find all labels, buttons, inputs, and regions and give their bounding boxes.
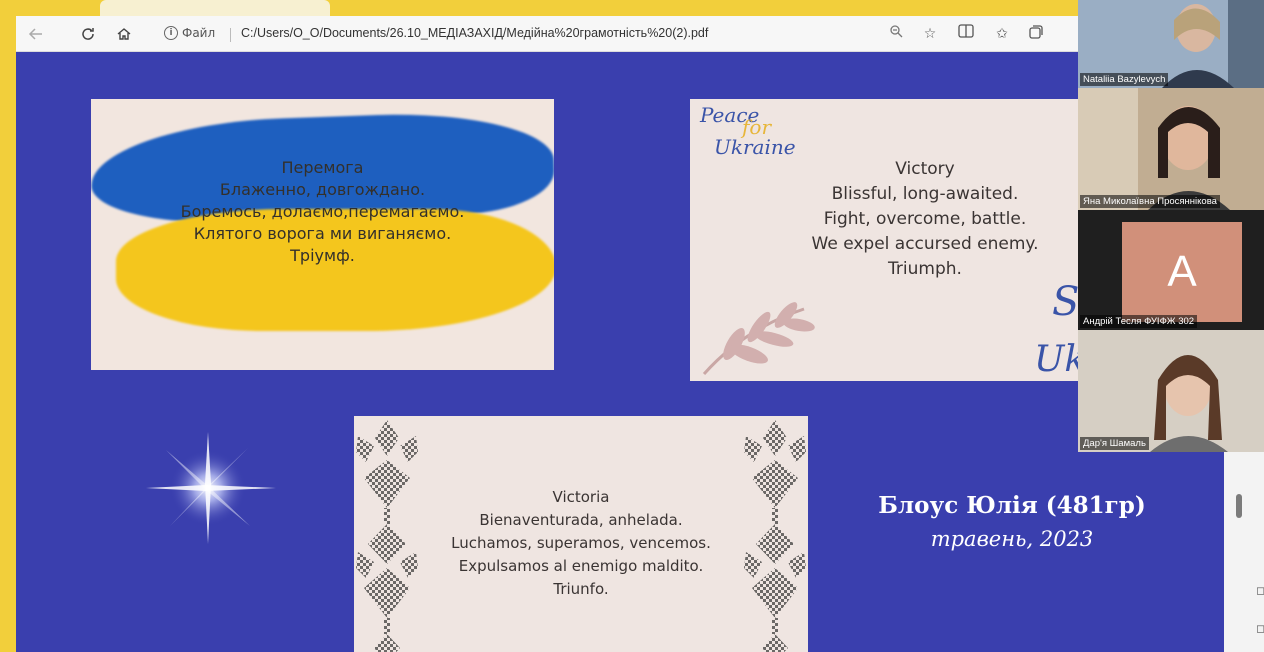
poem-line: Bienaventurada, anhelada. bbox=[479, 511, 683, 529]
slide-card-spanish: Victoria Bienaventurada, anhelada. Lucha… bbox=[354, 416, 808, 652]
embroidery-pattern-right bbox=[744, 420, 806, 652]
poem-line: Triumph. bbox=[888, 259, 962, 279]
participants-panel: Nataliia Bazylevych Яна Миколаївна Прося… bbox=[1078, 0, 1264, 452]
site-info[interactable]: i Файл bbox=[164, 26, 215, 40]
address-separator bbox=[230, 28, 231, 42]
poem-line: Expulsamos al enemigo maldito. bbox=[458, 557, 704, 575]
participant-tile[interactable]: Nataliia Bazylevych bbox=[1078, 0, 1264, 88]
poem-title: Victoria bbox=[552, 488, 610, 506]
ukrainian-poem: Перемога Блаженно, довгождано. Боремось,… bbox=[91, 157, 554, 267]
participant-tile[interactable]: Дар'я Шамаль bbox=[1078, 330, 1264, 452]
badge-line: Ukraine bbox=[714, 135, 796, 159]
reader-view-icon[interactable] bbox=[956, 24, 976, 44]
browser-toolbar: i Файл C:/Users/O_O/Documents/26.10_МЕДІ… bbox=[16, 16, 1078, 52]
home-icon[interactable] bbox=[112, 22, 136, 46]
participant-tile[interactable]: A Андрій Тесля ФУІФЖ 302 bbox=[1078, 210, 1264, 330]
participant-name: Яна Миколаївна Просяннікова bbox=[1080, 195, 1220, 208]
poem-line: Luchamos, superamos, vencemos. bbox=[451, 534, 711, 552]
collections-icon[interactable] bbox=[1026, 24, 1046, 44]
scrollbar-thumb[interactable] bbox=[1236, 494, 1242, 518]
avatar: A bbox=[1122, 222, 1242, 322]
participant-name: Nataliia Bazylevych bbox=[1080, 73, 1169, 86]
poem-line: Тріумф. bbox=[290, 246, 355, 265]
spanish-poem: Victoria Bienaventurada, anhelada. Lucha… bbox=[414, 486, 748, 601]
slide-card-english: Peace for Ukraine S Uk Victory Blissful,… bbox=[690, 99, 1090, 381]
address-bar[interactable]: C:/Users/O_O/Documents/26.10_МЕДІАЗАХІД/… bbox=[241, 26, 708, 40]
pdf-viewer[interactable]: Перемога Блаженно, довгождано. Боремось,… bbox=[16, 52, 1224, 652]
poem-line: Клятого ворога ми виганяємо. bbox=[193, 224, 452, 243]
poem-line: We expel accursed enemy. bbox=[811, 234, 1039, 254]
side-control-icon[interactable]: ◻ bbox=[1256, 622, 1264, 635]
back-arrow-icon[interactable] bbox=[24, 22, 48, 46]
corner-script-top: S bbox=[1052, 279, 1080, 325]
poem-line: Блаженно, довгождано. bbox=[219, 180, 426, 199]
author-date: травень, 2023 bbox=[930, 527, 1094, 551]
leaf-branch-icon bbox=[702, 302, 815, 375]
author-caption: Блоус Юлія (481гр) травень, 2023 bbox=[842, 492, 1182, 551]
poem-line: Blissful, long-awaited. bbox=[831, 184, 1019, 204]
poem-title: Перемога bbox=[281, 158, 364, 177]
star-icon[interactable]: ☆ bbox=[920, 24, 940, 44]
info-icon: i bbox=[164, 26, 178, 40]
participant-name: Дар'я Шамаль bbox=[1080, 437, 1149, 450]
poem-line: Боремось, долаємо,перемагаємо. bbox=[180, 202, 465, 221]
active-tab[interactable] bbox=[100, 0, 330, 16]
favorites-icon[interactable]: ✩ bbox=[992, 24, 1012, 44]
peace-for-ukraine-badge: Peace for Ukraine bbox=[700, 105, 796, 157]
badge-line: for bbox=[742, 115, 772, 139]
poem-title: Victory bbox=[895, 159, 955, 179]
file-label: Файл bbox=[182, 26, 216, 40]
poem-line: Fight, overcome, battle. bbox=[823, 209, 1027, 229]
participant-name: Андрій Тесля ФУІФЖ 302 bbox=[1080, 315, 1198, 328]
participant-tile[interactable]: Яна Миколаївна Просяннікова bbox=[1078, 88, 1264, 210]
zoom-icon[interactable] bbox=[886, 24, 906, 44]
participant-video bbox=[1078, 330, 1264, 452]
participant-video bbox=[1078, 88, 1264, 210]
embroidery-pattern-left bbox=[356, 420, 418, 652]
poem-line: Triunfo. bbox=[553, 580, 609, 598]
reload-icon[interactable] bbox=[76, 22, 100, 46]
author-name: Блоус Юлія (481гр) bbox=[878, 492, 1146, 519]
side-control-icon[interactable]: ◻ bbox=[1256, 584, 1264, 597]
english-poem: Victory Blissful, long-awaited. Fight, o… bbox=[775, 157, 1075, 282]
sparkle-star-icon bbox=[146, 432, 276, 544]
slide-card-ukrainian: Перемога Блаженно, довгождано. Боремось,… bbox=[91, 99, 554, 370]
